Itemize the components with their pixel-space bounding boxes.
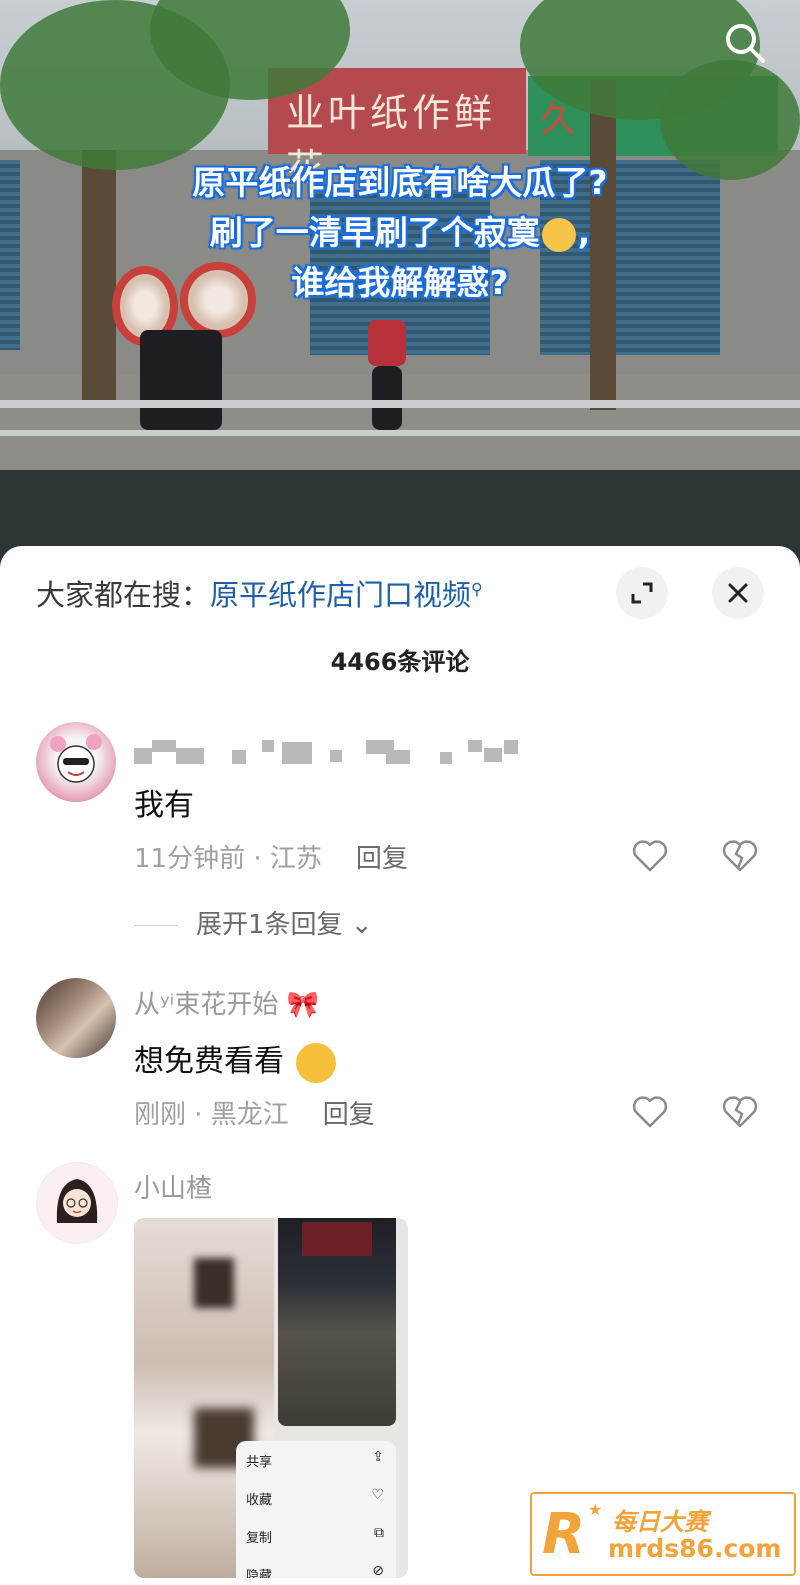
- comment-meta: 刚刚 · 黑龙江 回复: [134, 1094, 375, 1131]
- comment-meta: 11分钟前 · 江苏 回复: [134, 838, 408, 875]
- pensive-face-emoji-icon: [541, 217, 576, 252]
- comment-time-location: 刚刚 · 黑龙江: [134, 1100, 289, 1130]
- expand-icon: [631, 582, 653, 604]
- divider-line: [134, 925, 178, 926]
- copy-icon: ⧉: [374, 1525, 384, 1541]
- video-bottom-band: [0, 470, 800, 550]
- video-caption-line-3: 谁给我解解惑?: [291, 263, 509, 302]
- watermark-url: mrds86.com: [608, 1534, 782, 1563]
- hide-icon: ⊘: [372, 1563, 384, 1578]
- close-icon: [728, 583, 748, 603]
- menu-item-share[interactable]: 共享: [246, 1451, 272, 1470]
- avatar[interactable]: [36, 978, 116, 1058]
- dislike-broken-heart-icon[interactable]: [720, 1092, 760, 1132]
- context-menu: 共享 ⇪ 收藏 ♡ 复制 ⧉ 隐藏 ⊘: [236, 1441, 396, 1578]
- video-caption-line-1: 原平纸作店到底有啥大瓜了?: [192, 163, 608, 202]
- comment-text: 想免费看看: [134, 1036, 338, 1083]
- star-icon: ★: [588, 1500, 603, 1519]
- dislike-broken-heart-icon[interactable]: [720, 836, 760, 876]
- search-icon[interactable]: [722, 20, 768, 66]
- blurred-image-region: [194, 1258, 234, 1308]
- storefront-light: [302, 1222, 372, 1256]
- comment-username: 从ʸⁱ束花开始 🎀: [134, 990, 319, 1020]
- person-on-scooter: [140, 330, 222, 430]
- hot-search-row: 大家都在搜：原平纸作店门口视频⚲: [36, 572, 483, 614]
- video-caption-line-2: 刷了一清早刷了个寂寞,: [209, 213, 591, 252]
- person-legs: [372, 366, 402, 430]
- shocked-face-emoji-icon: [295, 1042, 336, 1083]
- comment-count: 4466条评论: [330, 648, 470, 676]
- reply-button[interactable]: 回复: [356, 844, 408, 874]
- share-icon: ⇪: [372, 1449, 384, 1465]
- expand-button[interactable]: [616, 567, 668, 619]
- site-watermark-logo: R ★ 每日大赛 mrds86.com: [530, 1492, 796, 1576]
- person-red-coat: [368, 320, 406, 366]
- guard-rail: [0, 400, 800, 408]
- watermark-logo-letter: R: [542, 1502, 586, 1567]
- video-player[interactable]: 业叶纸作鲜花 久 原平纸作店到底有啥大瓜了? 刷了一清早刷了个寂寞, 谁给我解解…: [0, 0, 800, 470]
- comments-panel: 大家都在搜：原平纸作店门口视频⚲ 4466条评论 我有 11分钟前 · 江苏 回…: [0, 546, 800, 1585]
- avatar[interactable]: [36, 1162, 118, 1244]
- night-street-thumbnail: [278, 1218, 396, 1426]
- menu-item-copy[interactable]: 复制: [246, 1527, 272, 1546]
- chevron-down-icon: ⌄: [350, 910, 373, 940]
- comment-username: 小山楂: [134, 1174, 213, 1204]
- bow-emoji-icon: 🎀: [286, 990, 319, 1020]
- reply-button[interactable]: 回复: [323, 1100, 375, 1130]
- username-redacted: [134, 736, 524, 764]
- menu-item-favorite[interactable]: 收藏: [246, 1489, 272, 1508]
- expand-replies-button[interactable]: 展开1条回复 ⌄: [134, 904, 373, 941]
- comment-time-location: 11分钟前 · 江苏: [134, 844, 322, 874]
- comment-image-attachment[interactable]: 共享 ⇪ 收藏 ♡ 复制 ⧉ 隐藏 ⊘: [134, 1218, 408, 1578]
- comment-text: 我有: [134, 788, 194, 823]
- hot-search-link[interactable]: 原平纸作店门口视频⚲: [210, 578, 483, 612]
- like-heart-icon[interactable]: [630, 1092, 670, 1132]
- hot-search-prefix: 大家都在搜：: [36, 578, 211, 612]
- like-heart-icon[interactable]: [630, 836, 670, 876]
- small-search-icon: ⚲: [471, 579, 483, 599]
- avatar[interactable]: [36, 722, 116, 802]
- guard-rail: [0, 430, 800, 436]
- close-button[interactable]: [712, 567, 764, 619]
- heart-icon: ♡: [371, 1487, 384, 1503]
- watermark-title: 每日大赛: [612, 1508, 708, 1536]
- illustrated-girl-avatar-icon: [56, 1179, 98, 1223]
- cartoon-avatar-icon: [50, 734, 102, 783]
- menu-item-hide[interactable]: 隐藏: [246, 1565, 272, 1578]
